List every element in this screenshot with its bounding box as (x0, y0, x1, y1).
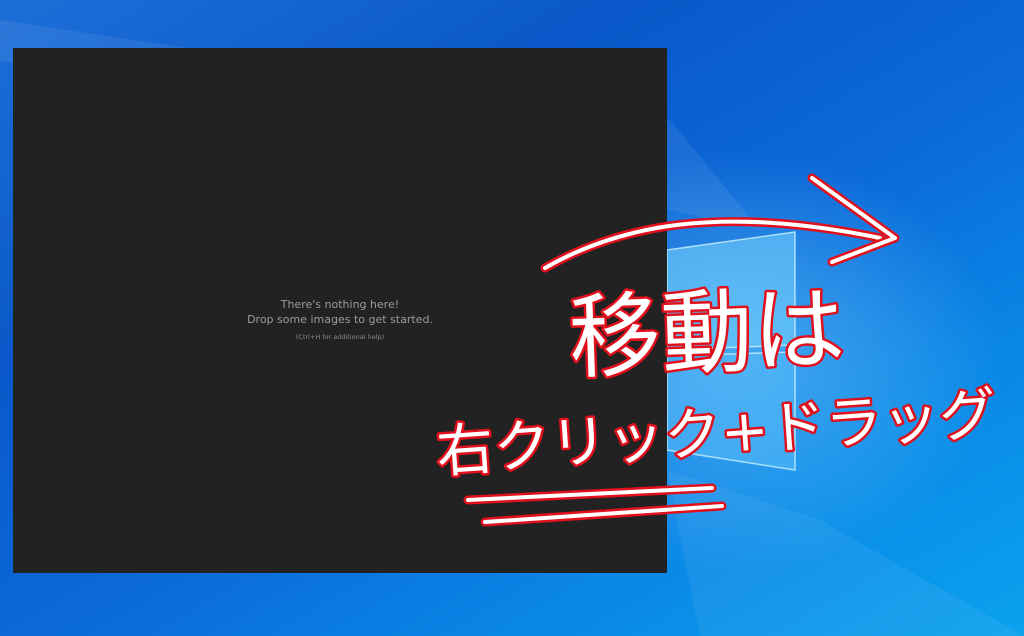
empty-state-title: There's nothing here! (280, 298, 400, 311)
image-viewer-window[interactable]: There's nothing here! Drop some images t… (13, 48, 667, 573)
empty-state-message: There's nothing here! Drop some images t… (13, 297, 667, 341)
empty-state-subtitle: Drop some images to get started. (247, 313, 433, 326)
arrow-head-icon (807, 173, 900, 267)
help-hint: (Ctrl+H for additional help) (295, 333, 385, 341)
